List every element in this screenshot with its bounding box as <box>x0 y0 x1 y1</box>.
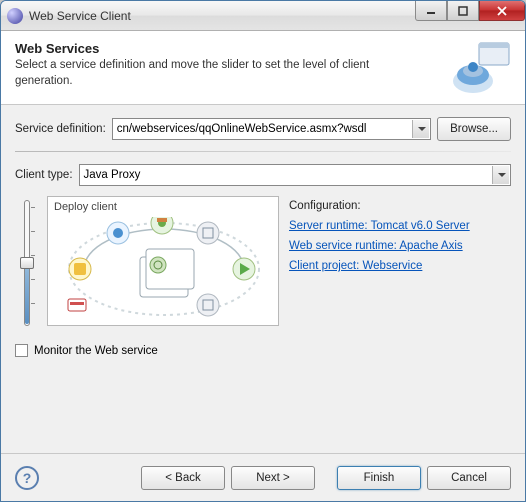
minimize-icon <box>426 6 436 16</box>
client-type-value: Java Proxy <box>84 169 141 181</box>
finish-button[interactable]: Finish <box>337 466 421 490</box>
dialog-footer: ? < Back Next > Finish Cancel <box>1 453 525 501</box>
service-definition-label: Service definition: <box>15 123 106 135</box>
webservice-runtime-link[interactable]: Web service runtime: Apache Axis <box>289 240 509 252</box>
header-description: Select a service definition and move the… <box>15 58 395 89</box>
slider-thumb[interactable] <box>20 257 34 269</box>
diagram-caption: Deploy client <box>54 201 117 213</box>
header-heading: Web Services <box>15 41 511 56</box>
browse-button[interactable]: Browse... <box>437 117 511 141</box>
cancel-button[interactable]: Cancel <box>427 466 511 490</box>
generation-level-slider-col <box>15 196 39 326</box>
close-icon <box>497 6 507 16</box>
client-type-row: Client type: Java Proxy <box>15 164 511 186</box>
dialog-header: Web Services Select a service definition… <box>1 31 525 105</box>
window-controls <box>415 1 525 21</box>
next-button[interactable]: Next > <box>231 466 315 490</box>
maximize-button[interactable] <box>447 1 479 21</box>
client-type-label: Client type: <box>15 169 73 181</box>
window-title: Web Service Client <box>29 9 131 23</box>
configuration-column: Configuration: Server runtime: Tomcat v6… <box>287 196 511 326</box>
webservice-banner-icon <box>451 41 511 95</box>
configuration-title: Configuration: <box>289 200 509 212</box>
eclipse-icon <box>7 8 23 24</box>
minimize-button[interactable] <box>415 1 447 21</box>
client-project-link[interactable]: Client project: Webservice <box>289 260 509 272</box>
close-button[interactable] <box>479 1 525 21</box>
client-area: Deploy client <box>15 196 511 326</box>
chevron-down-icon <box>498 173 506 181</box>
service-definition-row: Service definition: cn/webservices/qqOnl… <box>15 117 511 141</box>
monitor-label: Monitor the Web service <box>34 345 158 357</box>
help-button[interactable]: ? <box>15 466 39 490</box>
service-definition-value: cn/webservices/qqOnlineWebService.asmx?w… <box>117 123 367 135</box>
client-type-combo[interactable]: Java Proxy <box>79 164 511 186</box>
service-definition-combo[interactable]: cn/webservices/qqOnlineWebService.asmx?w… <box>112 118 431 140</box>
deploy-diagram: Deploy client <box>47 196 279 326</box>
help-icon: ? <box>23 470 32 486</box>
back-button[interactable]: < Back <box>141 466 225 490</box>
dialog-body: Service definition: cn/webservices/qqOnl… <box>1 105 525 369</box>
maximize-icon <box>458 6 468 16</box>
separator <box>15 151 511 152</box>
slider-fill <box>25 266 29 324</box>
chevron-down-icon <box>418 127 426 135</box>
titlebar[interactable]: Web Service Client <box>1 1 525 31</box>
server-runtime-link[interactable]: Server runtime: Tomcat v6.0 Server <box>289 220 509 232</box>
monitor-checkbox[interactable] <box>15 344 28 357</box>
deploy-flow-icon <box>54 217 274 321</box>
monitor-row: Monitor the Web service <box>15 344 511 357</box>
dialog-window: Web Service Client Web Services Select a… <box>0 0 526 502</box>
generation-level-slider[interactable] <box>24 200 30 326</box>
